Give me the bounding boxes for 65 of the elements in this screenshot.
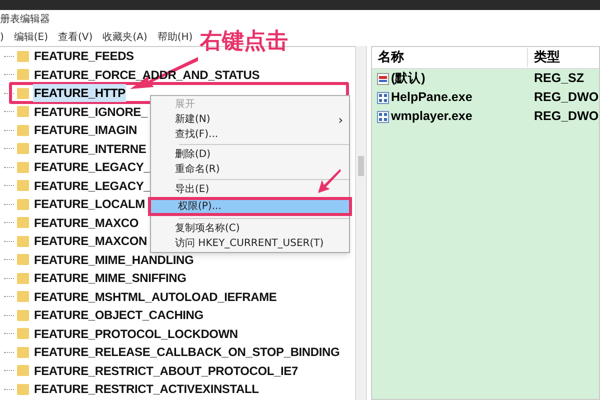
folder-icon: [17, 69, 29, 80]
tree-item[interactable]: FEATURE_LEGACY_: [33, 176, 152, 195]
context-menu-item[interactable]: 访问 HKEY_CURRENT_USER(T): [151, 236, 349, 251]
tree-item[interactable]: FEATURE_RESTRICT_ABOUT_PROTOCOL_IE7: [33, 362, 299, 380]
folder-icon: [17, 106, 29, 118]
folder-icon: [17, 50, 29, 62]
tree-item[interactable]: FEATURE_MAXCO: [33, 214, 140, 232]
menu-item[interactable]: 编辑(E): [14, 30, 48, 44]
column-header[interactable]: 名称: [372, 48, 528, 68]
folder-icon: [17, 254, 29, 266]
context-menu-item[interactable]: 导出(E): [151, 182, 349, 197]
context-menu-item[interactable]: 复制项名称(C): [151, 221, 349, 236]
folder-icon: [17, 143, 29, 154]
menu-item[interactable]: ): [0, 30, 4, 44]
folder-icon: [17, 346, 29, 358]
tree-item[interactable]: FEATURE_HTTP: [33, 84, 126, 102]
folder-icon: [17, 162, 29, 173]
folder-icon: [17, 217, 29, 228]
context-menu-item[interactable]: 新建(N) ›: [151, 112, 349, 127]
tree-item[interactable]: FEATURE_RELEASE_CALLBACK_ON_STOP_BINDING: [33, 343, 341, 362]
context-menu-item[interactable]: 删除(D): [151, 147, 349, 162]
folder-icon: [17, 88, 29, 99]
value-type: REG_SZ: [533, 70, 584, 88]
folder-icon: [17, 124, 29, 136]
tree-item[interactable]: FEATURE_MAXCON: [33, 232, 148, 250]
tree-item[interactable]: FEATURE_IMAGIN: [33, 121, 138, 140]
binary-value-icon: [377, 110, 389, 122]
tree-item[interactable]: FEATURE_OBJECT_CACHING: [33, 306, 204, 324]
folder-icon: [17, 328, 29, 340]
context-menu-item[interactable]: 权限(P)...: [148, 197, 352, 216]
value-type: REG_DWO: [533, 108, 599, 126]
arrow-icon: [316, 168, 342, 194]
tree-item[interactable]: FEATURE_FEEDS: [33, 47, 135, 66]
binary-value-icon: [377, 92, 389, 104]
tree-item[interactable]: FEATURE_PROTOCOL_LOCKDOWN: [33, 324, 239, 343]
menu-item[interactable]: 帮助(H): [157, 30, 193, 44]
tree-item[interactable]: FEATURE_LEGACY_: [33, 158, 152, 176]
folder-icon: [17, 236, 29, 247]
tree-item[interactable]: FEATURE_MIME_HANDLING: [33, 250, 195, 269]
value-name[interactable]: wmplayer.exe: [391, 107, 472, 126]
menu-item[interactable]: 查看(V): [58, 30, 93, 44]
tree-item[interactable]: FEATURE_LOCALM: [33, 195, 146, 214]
value-name[interactable]: (默认): [391, 69, 426, 88]
string-value-icon: [377, 72, 389, 84]
folder-icon: [17, 384, 29, 395]
context-menu-item[interactable]: 重命名(R): [151, 162, 349, 177]
folder-icon: [17, 310, 29, 321]
tree-item[interactable]: FEATURE_RESTRICT_ACTIVEXINSTALL: [33, 380, 260, 398]
tree-item[interactable]: FEATURE_INTERNE: [33, 140, 148, 158]
scrollbar[interactable]: [355, 46, 367, 400]
value-name[interactable]: HelpPane.exe: [391, 88, 472, 107]
folder-icon: [17, 198, 29, 210]
folder-icon: [17, 291, 29, 302]
tree-item[interactable]: FEATURE_IGNORE_: [33, 102, 148, 121]
folder-icon: [17, 365, 29, 376]
context-menu-item[interactable]: 查找(F)...: [151, 127, 349, 142]
tree-item[interactable]: FEATURE_MIME_SNIFFING: [33, 269, 188, 288]
value-type: REG_DWO: [533, 89, 599, 106]
window-title: 册表编辑器: [0, 12, 50, 26]
folder-icon: [17, 272, 29, 284]
column-header[interactable]: 类型: [528, 48, 566, 68]
tree-item[interactable]: FEATURE_MSHTML_AUTOLOAD_IEFRAME: [33, 288, 278, 306]
folder-icon: [17, 180, 29, 192]
menu-item[interactable]: 收藏夹(A): [102, 30, 148, 44]
annotation-text: 右键点击: [200, 30, 288, 54]
